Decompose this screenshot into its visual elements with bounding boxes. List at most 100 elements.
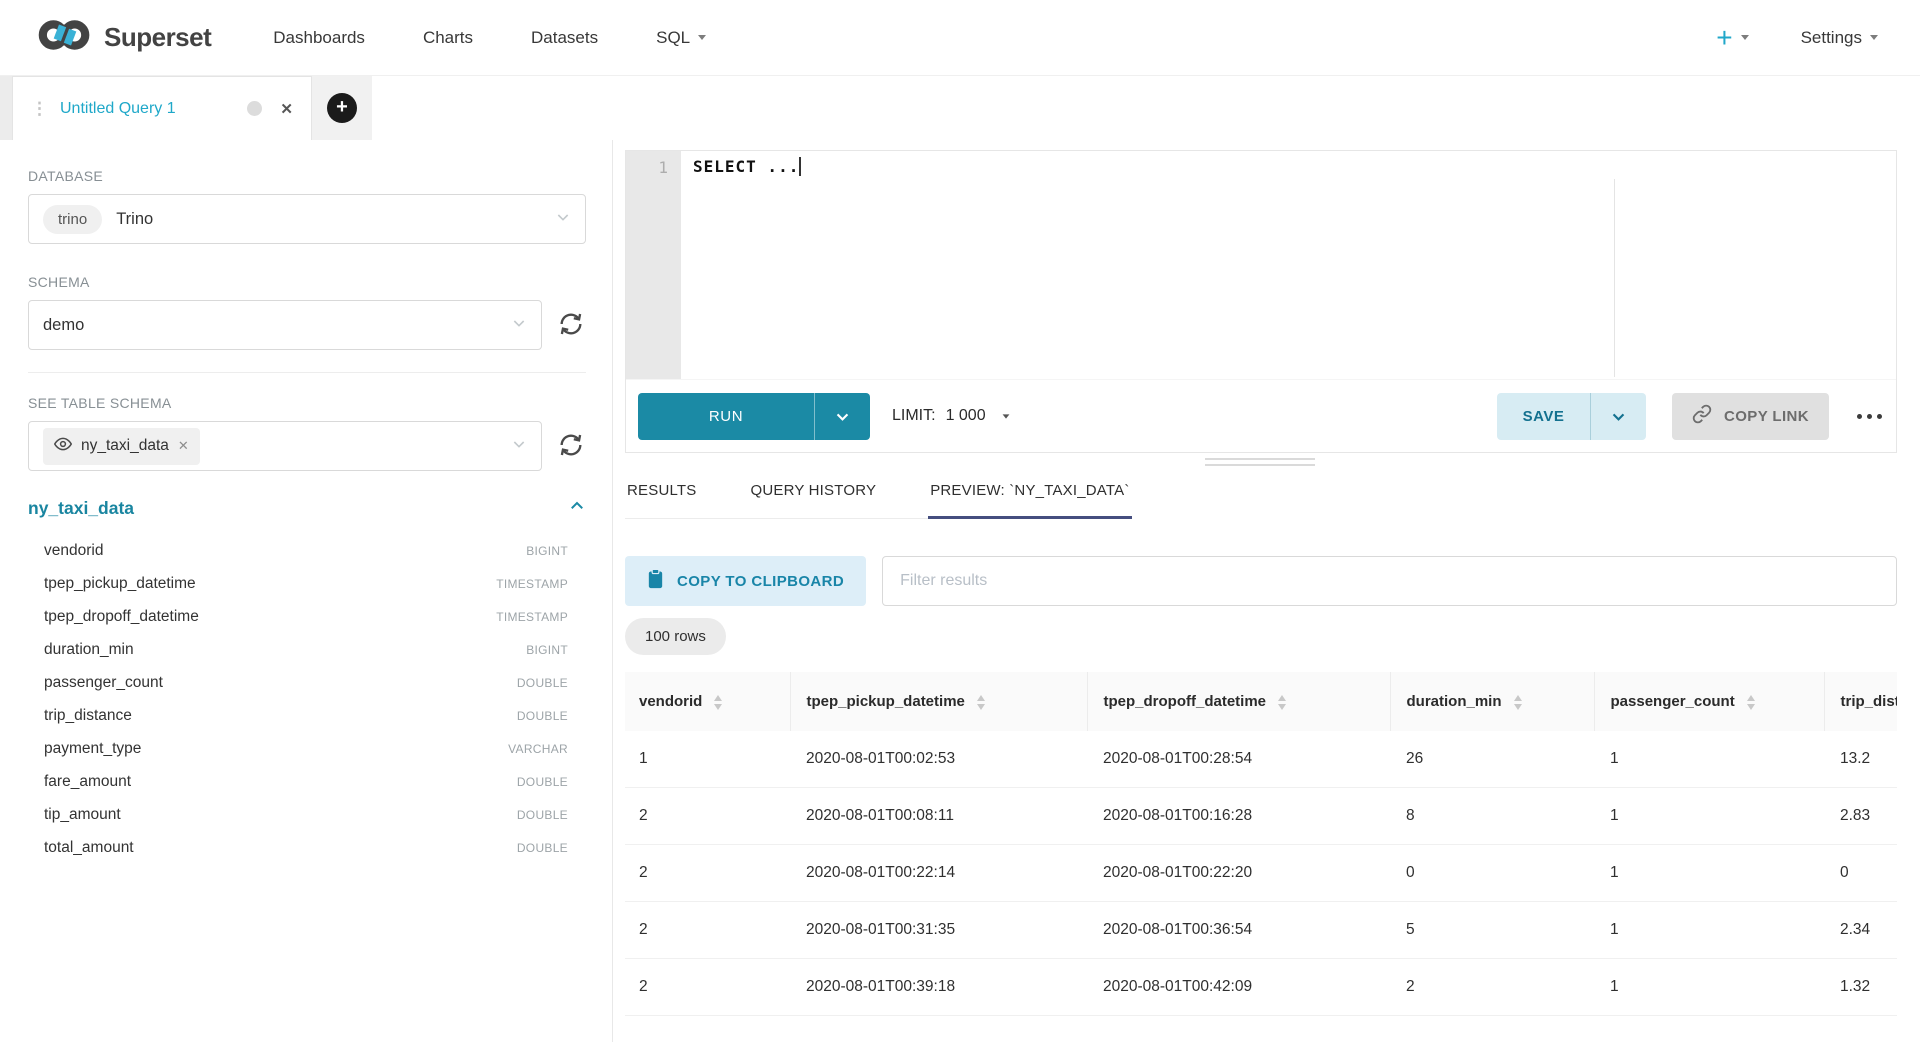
filter-results-input[interactable] xyxy=(882,556,1897,606)
editor-code-area[interactable]: SELECT ... xyxy=(681,151,1896,379)
chevron-down-icon xyxy=(511,315,527,336)
database-engine-pill: trino xyxy=(43,205,102,234)
copy-to-clipboard-button[interactable]: COPY TO CLIPBOARD xyxy=(625,556,866,606)
nav-sql-menu[interactable]: SQL xyxy=(656,28,706,48)
column-row: payment_type VARCHAR xyxy=(28,732,586,765)
superset-logo[interactable]: Superset xyxy=(38,16,211,59)
settings-label: Settings xyxy=(1801,28,1862,48)
cell: 2020-08-01T00:36:54 xyxy=(1087,902,1390,959)
cell: 2020-08-01T00:22:20 xyxy=(1087,845,1390,902)
cell: 2020-08-01T00:42:09 xyxy=(1087,959,1390,1016)
close-icon[interactable]: ✕ xyxy=(280,100,293,118)
nav-sql-label: SQL xyxy=(656,28,690,48)
sort-icon[interactable] xyxy=(1747,695,1755,710)
row-count-badge: 100 rows xyxy=(625,618,726,655)
cell: 2 xyxy=(625,845,790,902)
save-button[interactable]: SAVE xyxy=(1497,393,1590,440)
nav-charts[interactable]: Charts xyxy=(423,28,473,48)
pane-resize-handle[interactable] xyxy=(1205,458,1315,470)
run-split-button: RUN xyxy=(638,393,870,440)
table-panel-header[interactable]: ny_taxi_data xyxy=(28,497,586,520)
text-cursor xyxy=(799,157,801,176)
cell: 5 xyxy=(1390,902,1594,959)
column-name: trip_distance xyxy=(44,707,132,725)
brand-name: Superset xyxy=(104,22,211,53)
chevron-down-icon xyxy=(511,436,527,457)
query-tab-label: Untitled Query 1 xyxy=(60,100,235,118)
column-name: total_amount xyxy=(44,839,134,857)
cell: 0 xyxy=(1824,845,1897,902)
header-vendorid[interactable]: vendorid xyxy=(625,672,790,731)
table-select[interactable]: ny_taxi_data ✕ xyxy=(28,421,542,471)
header-trip-distance[interactable]: trip_distance xyxy=(1824,672,1897,731)
cell: 2020-08-01T00:22:14 xyxy=(790,845,1087,902)
header-duration-min[interactable]: duration_min xyxy=(1390,672,1594,731)
query-tab-active[interactable]: ⋮ Untitled Query 1 ✕ xyxy=(12,76,312,140)
limit-label: LIMIT: xyxy=(892,407,936,425)
tab-results[interactable]: RESULTS xyxy=(625,482,698,519)
save-dropdown-button[interactable] xyxy=(1590,393,1646,440)
sort-icon[interactable] xyxy=(977,695,985,710)
table-row: 2 2020-08-01T00:39:18 2020-08-01T00:42:0… xyxy=(625,959,1897,1016)
cell: 13.2 xyxy=(1824,731,1897,788)
cell: 2.34 xyxy=(1824,902,1897,959)
schema-select[interactable]: demo xyxy=(28,300,542,350)
database-value: Trino xyxy=(116,210,153,229)
more-actions-button[interactable] xyxy=(1855,408,1884,425)
sqllab-sidebar: DATABASE trino Trino SCHEMA demo SEE TAB… xyxy=(0,140,613,1042)
nav-dashboards[interactable]: Dashboards xyxy=(273,28,365,48)
drag-handle-icon[interactable]: ⋮ xyxy=(31,100,48,117)
database-label: DATABASE xyxy=(28,168,586,184)
cell: 2 xyxy=(1390,959,1594,1016)
cell: 2020-08-01T00:28:54 xyxy=(1087,731,1390,788)
new-tab-button[interactable]: + xyxy=(327,93,357,123)
run-button[interactable]: RUN xyxy=(638,393,814,440)
nav-datasets[interactable]: Datasets xyxy=(531,28,598,48)
limit-value: 1 000 xyxy=(946,407,986,425)
caret-down-icon xyxy=(1741,35,1749,40)
database-select[interactable]: trino Trino xyxy=(28,194,586,244)
sql-code-editor[interactable]: 1 SELECT ... xyxy=(626,151,1896,380)
table-schema-label: SEE TABLE SCHEMA xyxy=(28,395,586,411)
column-type: DOUBLE xyxy=(517,676,568,690)
column-name: vendorid xyxy=(44,542,103,560)
header-tpep-dropoff-datetime[interactable]: tpep_dropoff_datetime xyxy=(1087,672,1390,731)
cell: 1 xyxy=(625,731,790,788)
chevron-up-icon[interactable] xyxy=(568,497,586,520)
copy-link-label: COPY LINK xyxy=(1724,408,1809,425)
cell: 2 xyxy=(625,902,790,959)
column-row: tpep_dropoff_datetime TIMESTAMP xyxy=(28,600,586,633)
tab-preview-ny-taxi-data[interactable]: PREVIEW: `NY_TAXI_DATA` xyxy=(928,482,1131,519)
column-type: DOUBLE xyxy=(517,841,568,855)
cell: 1 xyxy=(1594,845,1824,902)
column-name: duration_min xyxy=(44,641,134,659)
header-passenger-count[interactable]: passenger_count xyxy=(1594,672,1824,731)
sort-icon[interactable] xyxy=(714,695,722,710)
cell: 1 xyxy=(1594,731,1824,788)
header-tpep-pickup-datetime[interactable]: tpep_pickup_datetime xyxy=(790,672,1087,731)
sort-icon[interactable] xyxy=(1278,695,1286,710)
query-status-dot xyxy=(247,101,262,116)
sql-editor-pane: 1 SELECT ... RUN LIMIT: 1 000 SAVE xyxy=(625,150,1897,453)
new-item-menu[interactable]: + xyxy=(1716,24,1748,52)
column-type: VARCHAR xyxy=(508,742,568,756)
cell: 8 xyxy=(1390,788,1594,845)
cell: 0 xyxy=(1390,845,1594,902)
run-dropdown-button[interactable] xyxy=(814,393,870,440)
refresh-table-button[interactable] xyxy=(556,431,586,461)
column-type: TIMESTAMP xyxy=(496,577,568,591)
limit-dropdown[interactable]: LIMIT: 1 000 xyxy=(892,407,1010,425)
clipboard-icon xyxy=(647,569,664,593)
schema-value: demo xyxy=(43,316,84,335)
plus-icon: + xyxy=(1716,24,1732,52)
tab-query-history[interactable]: QUERY HISTORY xyxy=(748,482,878,519)
refresh-schema-button[interactable] xyxy=(556,310,586,340)
column-row: fare_amount DOUBLE xyxy=(28,765,586,798)
copy-link-button[interactable]: COPY LINK xyxy=(1672,393,1829,440)
cell: 2.83 xyxy=(1824,788,1897,845)
sort-icon[interactable] xyxy=(1514,695,1522,710)
close-icon[interactable]: ✕ xyxy=(178,438,189,454)
column-row: trip_distance DOUBLE xyxy=(28,699,586,732)
results-table-container[interactable]: vendorid tpep_pickup_datetime tpep_dropo… xyxy=(625,672,1897,1022)
settings-menu[interactable]: Settings xyxy=(1801,28,1878,48)
